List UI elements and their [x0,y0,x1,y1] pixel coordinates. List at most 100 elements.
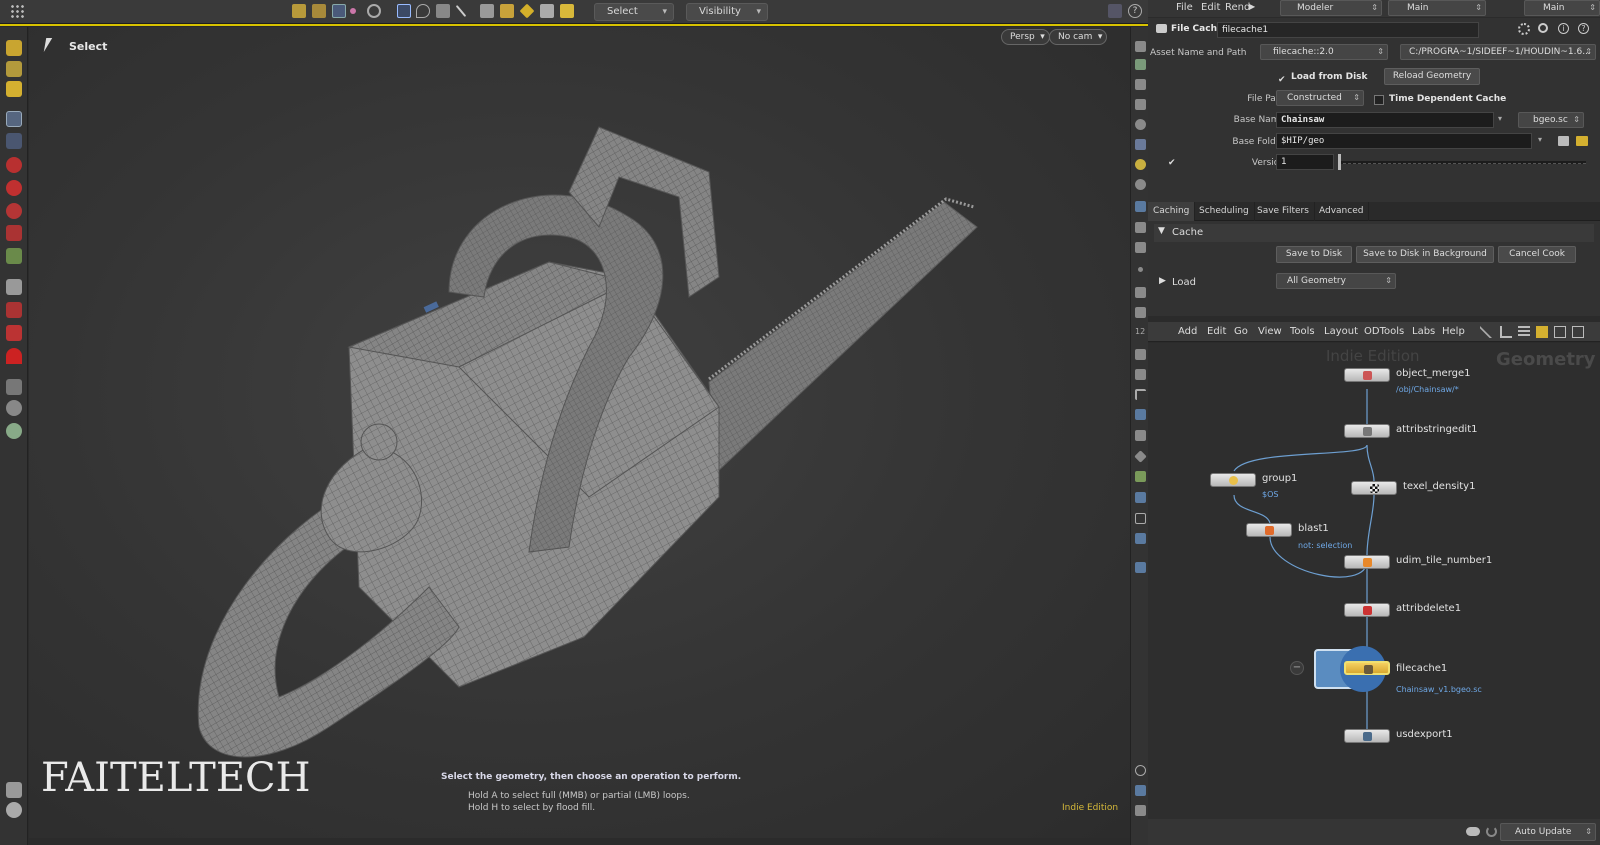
net-menu-help[interactable]: Help [1442,326,1465,337]
main-dropdown-2[interactable]: Main [1524,0,1600,16]
sculpt-icon[interactable] [6,61,22,77]
node-filecache[interactable] [1344,661,1390,675]
time-dependent-checkbox[interactable] [1374,95,1384,105]
gear-icon[interactable] [1518,23,1530,35]
tools-icon[interactable] [1480,326,1492,338]
eye-icon[interactable] [1135,41,1146,52]
snap-icon[interactable] [1135,492,1146,503]
minus-circle-icon[interactable]: − [1290,661,1304,675]
base-folder-menu-icon[interactable]: ▾ [1538,135,1542,144]
list-icon[interactable] [1518,326,1530,338]
node-attribdelete[interactable] [1344,603,1390,617]
cancel-cook-button[interactable]: Cancel Cook [1498,246,1576,263]
scene-viewport[interactable]: Select Persp No cam [29,27,1130,838]
translate-icon[interactable] [6,157,22,173]
pose-icon[interactable] [6,248,22,264]
version-slider-handle[interactable] [1338,154,1341,170]
version-pin-icon[interactable]: ✔ [1168,158,1176,168]
crown-icon[interactable] [560,4,574,18]
base-name-menu-icon[interactable]: ▾ [1498,114,1502,123]
info-circle-icon[interactable]: i [1558,23,1569,34]
save-to-disk-button[interactable]: Save to Disk [1276,246,1352,263]
snapshot-icon[interactable] [1135,805,1146,816]
net-menu-layout[interactable]: Layout [1324,326,1358,337]
needle-icon[interactable] [1135,307,1146,318]
net-menu-odtools[interactable]: ODTools [1364,326,1404,337]
asset-name-dropdown[interactable]: filecache::2.0 [1260,44,1388,60]
handle-icon[interactable] [6,225,22,241]
tab-save-filters[interactable]: Save Filters [1252,202,1315,221]
padlock-icon[interactable] [1135,79,1146,90]
color-palette-icon[interactable] [1536,326,1548,338]
auto-update-dropdown[interactable]: Auto Update [1500,823,1596,841]
frame-all-icon[interactable] [1135,201,1146,212]
secure-select-icon[interactable] [500,4,514,18]
select-mode-dropdown[interactable]: Select [594,3,674,21]
diamond-icon[interactable] [519,3,535,19]
construction-plane-icon[interactable] [6,400,22,416]
scale-icon[interactable] [6,203,22,219]
menu-render[interactable]: Rend [1225,2,1250,13]
tile-view-icon[interactable] [1572,326,1584,338]
brush-select-icon[interactable] [436,4,450,18]
open-file-icon[interactable] [1558,136,1569,146]
base-folder-field[interactable]: $HIP/geo [1276,133,1532,149]
cache-section-header[interactable] [1154,224,1594,242]
home-icon[interactable] [1135,222,1146,233]
play-arrow-icon[interactable]: ▶ [1249,2,1255,11]
extension-dropdown[interactable]: bgeo.sc [1518,112,1584,128]
version-slider[interactable] [1338,161,1586,164]
snap-grid-icon[interactable] [6,302,22,318]
load-from-disk-check-icon[interactable]: ✔ [1278,75,1286,85]
asset-path-dropdown[interactable]: C:/PROGRA~1/SIDEEF~1/HOUDIN~1.6... [1400,44,1596,60]
point-select-icon[interactable] [332,4,346,18]
object-select-icon[interactable] [292,4,306,18]
node-texel-density[interactable] [1351,481,1397,495]
net-menu-add[interactable]: Add [1178,326,1197,337]
tab-caching[interactable]: Caching [1148,202,1196,221]
shield-select-icon[interactable] [312,4,326,18]
tab-advanced[interactable]: Advanced [1314,202,1370,221]
help-icon[interactable]: ? [1128,4,1142,18]
camera-icon[interactable] [1135,242,1146,253]
chainsaw-model[interactable] [29,27,1130,838]
node-blast[interactable] [1246,523,1292,537]
display-options-icon[interactable] [1108,4,1122,18]
network-editor[interactable]: Indie Edition Geometry object_merge1 /ob… [1148,343,1600,819]
magic-wand-icon[interactable] [540,4,554,18]
corner-icon[interactable] [1135,389,1146,400]
expand-down-icon[interactable]: ▼ [1158,226,1165,236]
node-object-merge[interactable] [1344,368,1390,382]
net-menu-tools[interactable]: Tools [1290,326,1315,337]
tree-icon[interactable] [1500,326,1512,338]
cycle-select-icon[interactable] [367,4,381,18]
frame-icon[interactable] [1135,513,1146,524]
help-circle-icon[interactable]: ? [1578,23,1589,34]
node-attribstringedit[interactable] [1344,424,1390,438]
lasso-select-icon[interactable] [416,4,430,18]
view-icon[interactable] [6,279,22,295]
flip-book-icon[interactable] [6,782,22,798]
normal-icon[interactable] [1135,287,1146,298]
info-icon[interactable] [1135,765,1146,776]
load-mode-dropdown[interactable]: All Geometry [1276,273,1396,289]
version-field[interactable]: 1 [1276,154,1334,170]
gravity-icon[interactable] [6,379,22,395]
magnet-icon[interactable] [6,348,22,364]
box-select-icon[interactable] [397,4,411,18]
net-menu-go[interactable]: Go [1234,326,1248,337]
net-menu-view[interactable]: View [1258,326,1282,337]
net-menu-edit[interactable]: Edit [1207,326,1226,337]
lock-icon[interactable] [6,133,22,149]
menu-file[interactable]: File [1176,2,1193,13]
save-background-button[interactable]: Save to Disk in Background [1356,246,1494,263]
visibility-dropdown[interactable]: Visibility [686,3,768,21]
node-udim[interactable] [1344,555,1390,569]
point-icon[interactable] [1138,267,1143,272]
point-numbers-icon[interactable]: 12 [1135,327,1146,338]
light-icon[interactable] [1135,159,1146,170]
folder-icon[interactable] [1576,136,1588,146]
pick-icon[interactable] [480,4,494,18]
grid-view-icon[interactable] [1554,326,1566,338]
menu-edit[interactable]: Edit [1201,2,1220,13]
